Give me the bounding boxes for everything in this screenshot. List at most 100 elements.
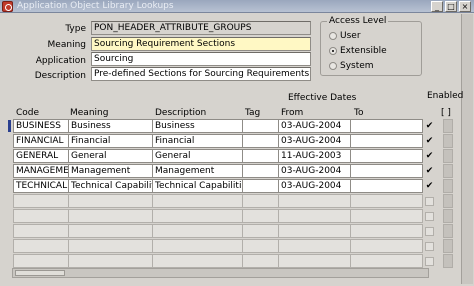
row-side-button[interactable]: [443, 194, 453, 208]
row-side-button[interactable]: [443, 254, 453, 268]
radio-system[interactable]: System: [329, 61, 374, 71]
row-side-button[interactable]: [443, 149, 453, 163]
cell-description[interactable]: Technical Capabilities: [152, 179, 243, 193]
radio-user[interactable]: User: [329, 31, 361, 41]
cell-tag[interactable]: [242, 209, 279, 223]
cell-from-date[interactable]: [278, 239, 351, 253]
row-side-button[interactable]: [443, 209, 453, 223]
cell-from-date[interactable]: 03-AUG-2004: [278, 164, 351, 178]
cell-description[interactable]: Business: [152, 119, 243, 133]
col-header-description: Description: [155, 108, 207, 118]
maximize-button[interactable]: □: [445, 1, 457, 12]
cell-description[interactable]: [152, 254, 243, 268]
cell-to-date[interactable]: [350, 254, 423, 268]
cell-from-date[interactable]: 03-AUG-2004: [278, 134, 351, 148]
cell-to-date[interactable]: [350, 209, 423, 223]
cell-tag[interactable]: [242, 119, 279, 133]
cell-from-date[interactable]: 03-AUG-2004: [278, 119, 351, 133]
cell-tag[interactable]: [242, 134, 279, 148]
cell-code[interactable]: TECHNICAL C: [13, 179, 69, 193]
enabled-checkbox[interactable]: [425, 257, 434, 266]
type-field[interactable]: PON_HEADER_ATTRIBUTE_GROUPS: [91, 21, 311, 35]
radio-extensible-label: Extensible: [340, 46, 387, 56]
cell-code[interactable]: [13, 239, 69, 253]
cell-tag[interactable]: [242, 194, 279, 208]
cell-code[interactable]: [13, 209, 69, 223]
cell-meaning[interactable]: Financial: [68, 134, 153, 148]
cell-code[interactable]: [13, 194, 69, 208]
cell-meaning[interactable]: [68, 209, 153, 223]
cell-description[interactable]: Management: [152, 164, 243, 178]
cell-meaning[interactable]: Business: [68, 119, 153, 133]
cell-to-date[interactable]: [350, 164, 423, 178]
cell-to-date[interactable]: [350, 239, 423, 253]
meaning-field[interactable]: Sourcing Requirement Sections: [91, 37, 311, 51]
radio-extensible-dot[interactable]: [329, 47, 337, 55]
cell-to-date[interactable]: [350, 119, 423, 133]
enabled-checkbox[interactable]: ✔: [425, 137, 434, 146]
cell-from-date[interactable]: 03-AUG-2004: [278, 179, 351, 193]
row-side-button[interactable]: [443, 119, 453, 133]
table-horizontal-scrollbar[interactable]: [12, 268, 429, 278]
cell-from-date[interactable]: [278, 209, 351, 223]
cell-to-date[interactable]: [350, 194, 423, 208]
row-side-button[interactable]: [443, 164, 453, 178]
scrollbar-thumb[interactable]: [15, 270, 65, 276]
enabled-checkbox[interactable]: [425, 212, 434, 221]
description-field[interactable]: Pre-defined Sections for Sourcing Requir…: [91, 67, 311, 81]
radio-extensible[interactable]: Extensible: [329, 46, 387, 56]
cell-description[interactable]: [152, 239, 243, 253]
cell-tag[interactable]: [242, 149, 279, 163]
cell-tag[interactable]: [242, 254, 279, 268]
cell-from-date[interactable]: 11-AUG-2003: [278, 149, 351, 163]
enabled-checkbox[interactable]: ✔: [425, 122, 434, 131]
close-button[interactable]: ×: [459, 1, 471, 12]
cell-meaning[interactable]: [68, 224, 153, 238]
cell-meaning[interactable]: General: [68, 149, 153, 163]
cell-from-date[interactable]: [278, 194, 351, 208]
enabled-checkbox[interactable]: [425, 242, 434, 251]
cell-from-date[interactable]: [278, 254, 351, 268]
cell-to-date[interactable]: [350, 224, 423, 238]
cell-description[interactable]: [152, 209, 243, 223]
cell-meaning[interactable]: [68, 239, 153, 253]
cell-tag[interactable]: [242, 224, 279, 238]
cell-meaning[interactable]: Management: [68, 164, 153, 178]
cell-code[interactable]: [13, 254, 69, 268]
enabled-checkbox[interactable]: [425, 227, 434, 236]
cell-tag[interactable]: [242, 179, 279, 193]
cell-meaning[interactable]: [68, 254, 153, 268]
cell-from-date[interactable]: [278, 224, 351, 238]
application-field[interactable]: Sourcing: [91, 52, 311, 66]
multirow-toggle-button[interactable]: [ ]: [441, 108, 451, 118]
cell-tag[interactable]: [242, 164, 279, 178]
cell-description[interactable]: [152, 224, 243, 238]
row-side-button[interactable]: [443, 239, 453, 253]
enabled-checkbox[interactable]: ✔: [425, 152, 434, 161]
cell-meaning[interactable]: [68, 194, 153, 208]
cell-description[interactable]: Financial: [152, 134, 243, 148]
cell-tag[interactable]: [242, 239, 279, 253]
enabled-checkbox[interactable]: ✔: [425, 182, 434, 191]
cell-code[interactable]: GENERAL: [13, 149, 69, 163]
radio-system-dot[interactable]: [329, 62, 337, 70]
enabled-checkbox[interactable]: ✔: [425, 167, 434, 176]
window-vertical-scrollbar[interactable]: [461, 14, 473, 284]
enabled-checkbox[interactable]: [425, 197, 434, 206]
row-side-button[interactable]: [443, 179, 453, 193]
cell-code[interactable]: BUSINESS: [13, 119, 69, 133]
cell-code[interactable]: MANAGEMENT: [13, 164, 69, 178]
cell-description[interactable]: General: [152, 149, 243, 163]
cell-code[interactable]: [13, 224, 69, 238]
radio-user-dot[interactable]: [329, 32, 337, 40]
cell-code[interactable]: FINANCIAL: [13, 134, 69, 148]
cell-to-date[interactable]: [350, 179, 423, 193]
row-side-button[interactable]: [443, 224, 453, 238]
enabled-label: Enabled: [427, 91, 464, 101]
minimize-button[interactable]: _: [431, 1, 443, 12]
cell-description[interactable]: [152, 194, 243, 208]
row-side-button[interactable]: [443, 134, 453, 148]
cell-to-date[interactable]: [350, 134, 423, 148]
cell-meaning[interactable]: Technical Capabilities: [68, 179, 153, 193]
cell-to-date[interactable]: [350, 149, 423, 163]
